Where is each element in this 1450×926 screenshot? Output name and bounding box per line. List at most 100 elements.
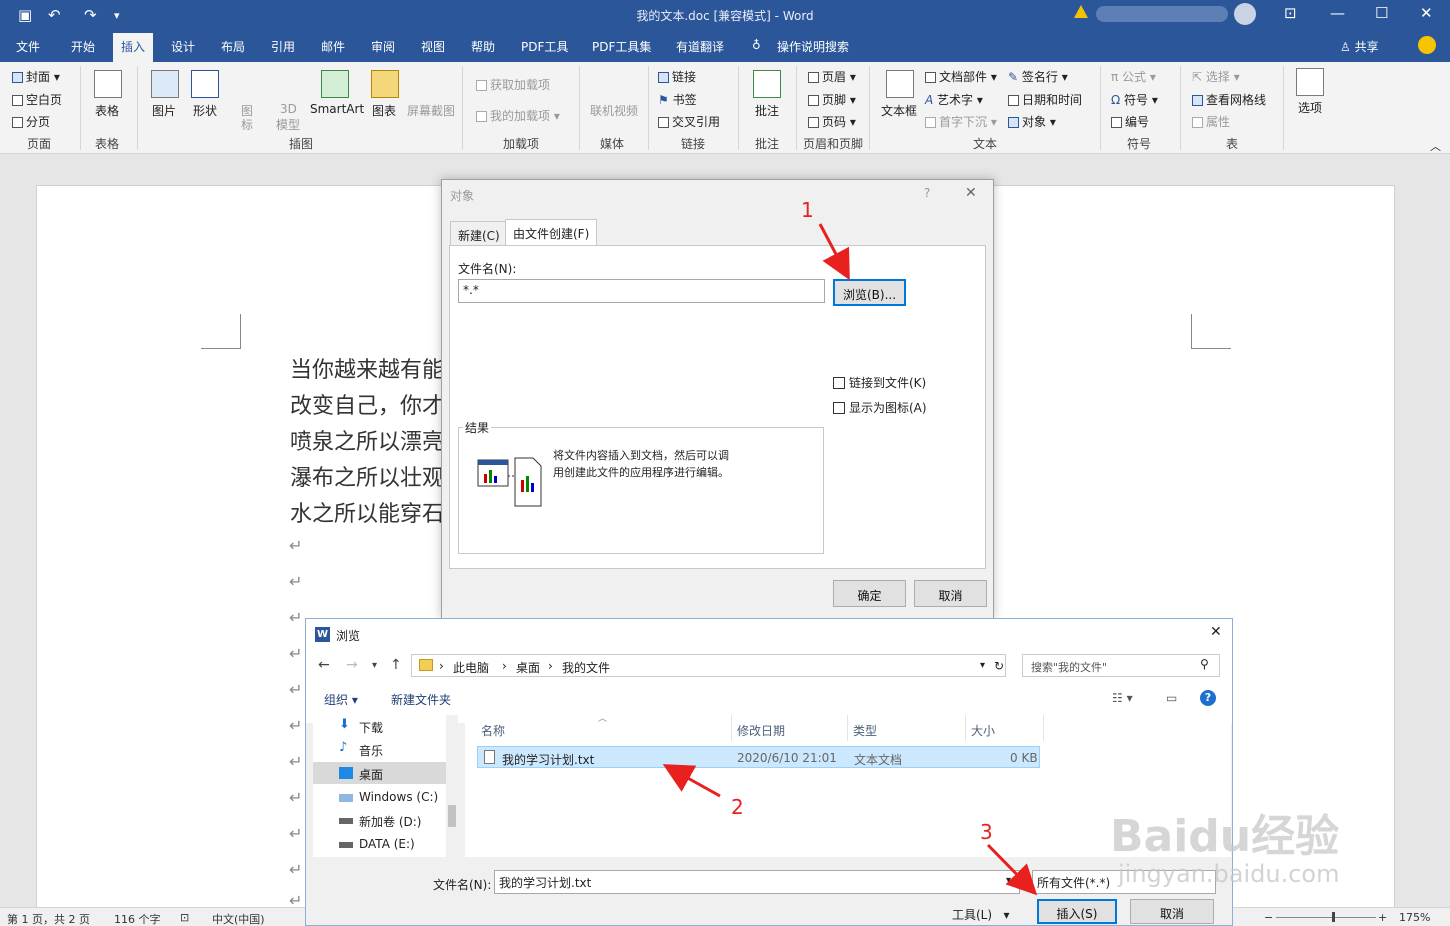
date-time-button[interactable]: 日期和时间	[1008, 91, 1082, 108]
collapse-ribbon-icon[interactable]: ︿	[1430, 138, 1441, 154]
minimize-button[interactable]: —	[1330, 4, 1345, 22]
body-line-3[interactable]: 喷泉之所以漂亮	[290, 424, 444, 456]
cross-reference-button[interactable]: 交叉引用	[658, 113, 720, 130]
organize-button[interactable]: 组织 ▾	[324, 691, 358, 708]
address-bar[interactable]: › 此电脑 › 桌面 › 我的文件 ▾ ↻	[411, 654, 1006, 677]
back-arrow-icon[interactable]: ←	[318, 657, 330, 673]
address-dropdown-icon[interactable]: ▾	[980, 660, 985, 671]
link-to-file-checkbox[interactable]: 链接到文件(K)	[833, 374, 926, 391]
drop-cap-button[interactable]: 首字下沉 ▾	[925, 113, 997, 130]
dialog-close-button[interactable]: ✕	[965, 185, 977, 201]
browse-cancel-button[interactable]: 取消	[1130, 899, 1214, 924]
tell-me-search[interactable]: 操作说明搜索	[777, 38, 849, 55]
tab-create-from-file[interactable]: 由文件创建(F)	[505, 219, 598, 246]
help-icon[interactable]: ?	[1200, 690, 1216, 706]
signature-line-button[interactable]: ✎ 签名行 ▾	[1008, 68, 1068, 85]
cancel-button[interactable]: 取消	[914, 580, 987, 607]
get-addins-button[interactable]: 获取加载项	[476, 76, 550, 93]
zoom-level[interactable]: 175%	[1399, 911, 1430, 924]
close-button[interactable]: ✕	[1420, 4, 1433, 22]
filename-input[interactable]: 我的学习计划.txt	[494, 870, 1020, 894]
shapes-button[interactable]: 形状	[193, 102, 217, 119]
display-as-icon-checkbox[interactable]: 显示为图标(A)	[833, 399, 927, 416]
ribbon-display-options-icon[interactable]: ⊡	[1284, 4, 1297, 22]
refresh-icon[interactable]: ↻	[994, 659, 1004, 673]
share-button[interactable]: ♙ 共享	[1340, 38, 1379, 55]
tab-design[interactable]: 设计	[171, 38, 195, 55]
browse-button[interactable]: 浏览(B)...	[833, 279, 906, 306]
nav-music[interactable]: ♪ 音乐	[313, 738, 450, 760]
footer-button[interactable]: 页脚 ▾	[808, 91, 856, 108]
filename-field[interactable]: *.*	[458, 279, 825, 303]
bookmark-button[interactable]: ⚑ 书签	[658, 91, 697, 108]
cover-page-button[interactable]: 封面 ▾	[12, 68, 60, 85]
preview-pane-icon[interactable]: ▭	[1166, 691, 1177, 705]
column-size[interactable]: 大小	[971, 722, 995, 739]
screenshot-button[interactable]: 屏幕截图	[407, 102, 455, 119]
equation-button[interactable]: π 公式 ▾	[1111, 68, 1156, 85]
nav-desktop[interactable]: 桌面	[313, 762, 450, 784]
new-comment-button[interactable]: 批注	[755, 102, 779, 119]
textbox-button[interactable]: 文本框	[881, 102, 917, 119]
user-avatar[interactable]	[1234, 3, 1256, 25]
zoom-in-button[interactable]: +	[1378, 911, 1387, 924]
ok-button[interactable]: 确定	[833, 580, 906, 607]
zoom-slider-thumb[interactable]	[1332, 912, 1335, 922]
properties-button[interactable]: 属性	[1192, 113, 1230, 130]
page-break-button[interactable]: 分页	[12, 113, 50, 130]
nav-drive-d[interactable]: 新加卷 (D:)	[313, 809, 450, 831]
nav-drive-e[interactable]: DATA (E:)	[313, 833, 450, 855]
feedback-smile-icon[interactable]	[1418, 36, 1436, 54]
body-line-1[interactable]: 当你越来越有能	[290, 352, 444, 384]
tab-pdf-tools[interactable]: PDF工具	[521, 38, 568, 55]
smartart-button[interactable]: SmartArt	[310, 102, 364, 116]
up-arrow-icon[interactable]: ↑	[390, 657, 402, 673]
tab-view[interactable]: 视图	[421, 38, 445, 55]
tab-create-new[interactable]: 新建(C)	[450, 221, 508, 246]
wordart-button[interactable]: A 艺术字 ▾	[925, 91, 983, 108]
tab-mailings[interactable]: 邮件	[321, 38, 345, 55]
select-button[interactable]: ⇱ 选择 ▾	[1192, 68, 1240, 85]
help-button[interactable]: ?	[924, 186, 930, 200]
view-gridlines-button[interactable]: 查看网格线	[1192, 91, 1266, 108]
tab-youdao[interactable]: 有道翻译	[676, 38, 724, 55]
page-count[interactable]: 第 1 页，共 2 页	[7, 911, 90, 926]
nav-scrollbar[interactable]	[446, 715, 458, 857]
view-options-icon[interactable]: ☷ ▾	[1112, 691, 1133, 705]
breadcrumb-my-files[interactable]: 我的文件	[562, 659, 610, 676]
symbol-button[interactable]: Ω 符号 ▾	[1111, 91, 1158, 108]
breadcrumb-desktop[interactable]: 桌面	[516, 659, 540, 676]
my-addins-button[interactable]: 我的加载项 ▾	[476, 107, 560, 124]
3d-models-line1[interactable]: 3D	[280, 102, 297, 116]
nav-downloads[interactable]: ⬇ 下载	[313, 715, 450, 737]
pictures-button[interactable]: 图片	[152, 102, 176, 119]
language-indicator[interactable]: 中文(中国)	[212, 911, 265, 926]
maximize-button[interactable]: ☐	[1375, 4, 1388, 22]
recent-locations-icon[interactable]: ▾	[372, 660, 377, 671]
nav-drive-c[interactable]: Windows (C:)	[313, 786, 450, 808]
search-input[interactable]: 搜索"我的文件"	[1022, 654, 1220, 677]
tab-file[interactable]: 文件	[16, 38, 40, 55]
link-button[interactable]: 链接	[658, 68, 696, 85]
tab-insert[interactable]: 插入	[113, 33, 154, 62]
zoom-out-button[interactable]: −	[1264, 911, 1273, 924]
tab-home[interactable]: 开始	[71, 38, 95, 55]
filename-dropdown-icon[interactable]: ▾	[1006, 875, 1011, 886]
number-button[interactable]: 编号	[1111, 113, 1149, 130]
forward-arrow-icon[interactable]: →	[346, 657, 358, 673]
column-name[interactable]: 名称	[481, 722, 505, 739]
object-button[interactable]: 对象 ▾	[1008, 113, 1056, 130]
body-line-5[interactable]: 水之所以能穿石	[290, 496, 444, 528]
word-count[interactable]: 116 个字	[114, 911, 161, 926]
quick-parts-button[interactable]: 文档部件 ▾	[925, 68, 997, 85]
page-number-button[interactable]: 页码 ▾	[808, 113, 856, 130]
table-button[interactable]: 表格	[95, 102, 119, 119]
tab-layout[interactable]: 布局	[221, 38, 245, 55]
browse-close-button[interactable]: ✕	[1210, 624, 1222, 640]
zoom-slider[interactable]	[1276, 917, 1376, 918]
body-line-4[interactable]: 瀑布之所以壮观	[290, 460, 444, 492]
header-button[interactable]: 页眉 ▾	[808, 68, 856, 85]
blank-page-button[interactable]: 空白页	[12, 91, 62, 108]
file-row[interactable]: 我的学习计划.txt 2020/6/10 21:01 文本文档 0 KB	[477, 746, 1040, 768]
online-video-button[interactable]: 联机视频	[590, 102, 638, 119]
